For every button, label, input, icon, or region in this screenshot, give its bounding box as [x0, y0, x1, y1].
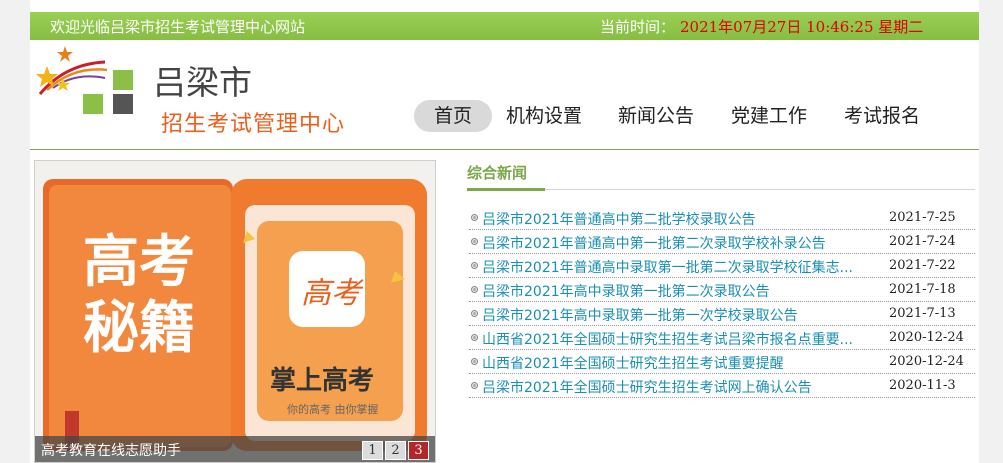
nav-organization[interactable]: 机构设置 [500, 100, 588, 132]
news-date: 2020-11-3 [889, 378, 956, 393]
phone-app-icon-text: 高考 [301, 276, 364, 311]
nav-party-building[interactable]: 党建工作 [725, 100, 813, 132]
news-link[interactable]: 吕梁市2021年全国硕士研究生招生考试网上确认公告 [482, 377, 812, 397]
pager-button-1[interactable]: 1 [362, 441, 383, 460]
bullet-icon [471, 382, 478, 389]
bullet-icon [471, 262, 478, 269]
news-divider [545, 189, 975, 190]
banner-image: 高考 秘籍 高考 掌上高考 你的高考 由你掌握 [35, 161, 435, 462]
news-link[interactable]: 吕梁市2021年高中录取第一批第一次学校录取公告 [482, 305, 798, 325]
banner-pager: 123 [360, 439, 429, 460]
pager-button-2[interactable]: 2 [385, 441, 406, 460]
banner-slideshow[interactable]: 高考 秘籍 高考 掌上高考 你的高考 由你掌握 高考教育在线志愿助手 123 [34, 160, 436, 463]
brand-name: 吕梁市 [153, 63, 252, 102]
nav-exam-registration[interactable]: 考试报名 [838, 100, 926, 132]
bullet-icon [471, 214, 478, 221]
welcome-text: 欢迎光临吕梁市招生考试管理中心网站 [50, 18, 306, 36]
news-item: 吕梁市2021年普通高中录取第一批第二次录取学校征集志... 2021-7-22 [469, 254, 975, 278]
news-item: 山西省2021年全国硕士研究生招生考试吕梁市报名点重要... 2020-12-24 [469, 326, 975, 350]
brand-subtitle: 招生考试管理中心 [161, 112, 346, 137]
news-item: 吕梁市2021年全国硕士研究生招生考试网上确认公告 2020-11-3 [469, 374, 975, 398]
news-date: 2020-12-24 [889, 330, 964, 345]
news-link[interactable]: 山西省2021年全国硕士研究生招生考试重要提醒 [482, 353, 784, 373]
pager-button-3[interactable]: 3 [408, 441, 429, 460]
news-date: 2021-7-18 [889, 282, 956, 297]
page: 欢迎光临吕梁市招生考试管理中心网站 当前时间： 2021年07月27日 10:4… [0, 0, 1003, 463]
nav-home[interactable]: 首页 [414, 100, 492, 132]
bullet-icon [471, 358, 478, 365]
bullet-icon [471, 286, 478, 293]
news-link[interactable]: 吕梁市2021年普通高中第一批第二次录取学校补录公告 [482, 233, 826, 253]
bullet-icon [471, 310, 478, 317]
bullet-icon [471, 238, 478, 245]
news-link[interactable]: 吕梁市2021年普通高中第二批学校录取公告 [482, 209, 756, 229]
news-item: 吕梁市2021年高中录取第一批第一次学校录取公告 2021-7-13 [469, 302, 975, 326]
book-title-2: 秘籍 [83, 296, 195, 361]
news-link[interactable]: 吕梁市2021年高中录取第一批第二次录取公告 [482, 281, 770, 301]
header-divider [30, 149, 979, 150]
banner-caption-bar: 高考教育在线志愿助手 123 [35, 436, 435, 462]
news-item: 吕梁市2021年普通高中第二批学校录取公告 2021-7-25 [469, 206, 975, 230]
current-time: 2021年07月27日 10:46:25 星期二 [680, 18, 924, 36]
news-date: 2021-7-13 [889, 306, 956, 321]
news-item: 吕梁市2021年高中录取第一批第二次录取公告 2021-7-18 [469, 278, 975, 302]
news-panel: 综合新闻 吕梁市2021年普通高中第二批学校录取公告 2021-7-25 吕梁市2… [467, 160, 975, 460]
news-list: 吕梁市2021年普通高中第二批学校录取公告 2021-7-25 吕梁市2021年普… [469, 206, 975, 398]
news-item: 山西省2021年全国硕士研究生招生考试重要提醒 2020-12-24 [469, 350, 975, 374]
news-date: 2021-7-24 [889, 234, 956, 249]
time-label: 当前时间： [600, 18, 676, 36]
news-link[interactable]: 山西省2021年全国硕士研究生招生考试吕梁市报名点重要... [482, 329, 853, 349]
news-link[interactable]: 吕梁市2021年普通高中录取第一批第二次录取学校征集志... [482, 257, 853, 277]
bullet-icon [471, 334, 478, 341]
header: 吕梁市 招生考试管理中心 首页 机构设置 新闻公告 党建工作 考试报名 [30, 40, 979, 150]
logo-icon[interactable] [35, 44, 145, 124]
news-date: 2020-12-24 [889, 354, 964, 369]
news-section-title[interactable]: 综合新闻 [467, 162, 527, 183]
news-title-underline [467, 188, 545, 191]
phone-title: 掌上高考 [270, 365, 374, 396]
phone-subtitle: 你的高考 由你掌握 [287, 402, 379, 416]
news-date: 2021-7-25 [889, 210, 956, 225]
nav-news[interactable]: 新闻公告 [612, 100, 700, 132]
news-item: 吕梁市2021年普通高中第一批第二次录取学校补录公告 2021-7-24 [469, 230, 975, 254]
banner-caption[interactable]: 高考教育在线志愿助手 [41, 440, 181, 460]
book-title-1: 高考 [83, 230, 195, 295]
top-bar: 欢迎光临吕梁市招生考试管理中心网站 当前时间： 2021年07月27日 10:4… [30, 12, 979, 40]
news-date: 2021-7-22 [889, 258, 956, 273]
site-container: 欢迎光临吕梁市招生考试管理中心网站 当前时间： 2021年07月27日 10:4… [30, 0, 979, 463]
